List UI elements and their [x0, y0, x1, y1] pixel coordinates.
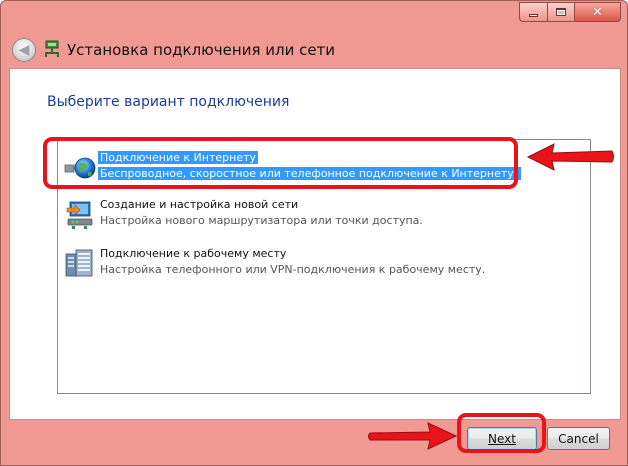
router-setup-icon — [66, 201, 93, 229]
window-title: Установка подключения или сети — [67, 41, 336, 59]
option-new-network[interactable]: Создание и настройка новой сети Настройк… — [64, 197, 524, 237]
option-description: Настройка нового маршрутизатора или точк… — [100, 214, 423, 227]
maximize-icon — [556, 8, 566, 16]
option-title: Создание и настройка новой сети — [100, 198, 299, 211]
content-panel: Выберите вариант подключения Подключение… — [9, 68, 621, 420]
page-heading: Выберите вариант подключения — [47, 94, 290, 110]
red-arrow-right-icon — [368, 422, 458, 450]
back-arrow-icon: ◀ — [18, 41, 30, 58]
minimize-button[interactable] — [519, 2, 547, 22]
maximize-button[interactable] — [547, 2, 574, 22]
back-button[interactable]: ◀ — [12, 38, 36, 62]
option-title: Подключение к рабочему месту — [100, 247, 287, 260]
minimize-icon — [529, 13, 538, 17]
option-workplace-connection[interactable]: Подключение к рабочему месту Настройка т… — [64, 246, 524, 286]
option-description: Настройка телефонного или VPN-подключени… — [100, 263, 486, 276]
highlight-box-next-button — [457, 413, 546, 453]
red-arrow-left-icon — [526, 143, 614, 171]
setup-connection-window: ✕ ◀ Установка подключения или сети Выбер… — [0, 0, 628, 466]
close-button[interactable]: ✕ — [574, 2, 621, 22]
caption-buttons: ✕ — [519, 2, 621, 22]
cancel-button[interactable]: Cancel — [547, 427, 610, 450]
close-icon: ✕ — [592, 4, 603, 20]
network-setup-icon — [45, 40, 59, 57]
workplace-server-icon — [65, 249, 93, 277]
highlight-box-internet-option — [43, 137, 518, 189]
